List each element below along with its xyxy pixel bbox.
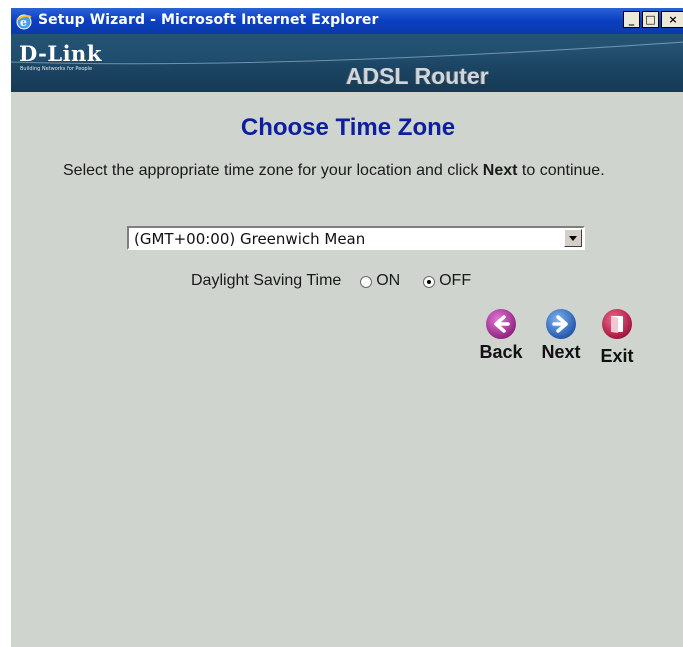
product-name: ADSL Router [346,63,489,89]
instructions-text: Select the appropriate time zone for you… [63,161,673,181]
minimize-button[interactable]: _ [623,11,640,28]
instruction-after: to continue. [517,162,605,179]
dlink-logo: D-Link [19,41,102,66]
next-button[interactable]: Next [535,308,587,363]
maximize-button[interactable]: □ [642,11,659,28]
exit-button[interactable]: Exit [595,308,639,367]
exit-label: Exit [600,346,634,366]
page-title: Choose Time Zone [240,114,456,141]
dst-label: Daylight Saving Time [191,272,342,289]
title-bar[interactable]: e Setup Wizard - Microsoft Internet Expl… [11,8,683,34]
dlink-banner: D-Link Building Networks for People ADSL… [11,34,683,92]
dst-off-radio[interactable] [423,276,436,288]
timezone-select[interactable]: (GMT+00:00) Greenwich Mean [127,226,585,250]
ie-icon: e [16,14,32,30]
window-title: Setup Wizard - Microsoft Internet Explor… [38,12,379,28]
back-button[interactable]: Back [476,308,526,363]
chevron-down-icon [569,236,577,241]
dlink-tagline: Building Networks for People [20,66,93,72]
dst-on-radio[interactable] [360,276,373,288]
close-button[interactable]: × [661,11,683,28]
instruction-bold: Next [482,162,518,179]
back-label: Back [479,342,523,362]
next-arrow-icon [546,309,576,339]
dropdown-arrow-button[interactable] [564,229,582,247]
back-arrow-icon [486,309,516,339]
next-label: Next [541,342,581,362]
dst-on-label[interactable]: ON [376,272,400,289]
dst-off-label[interactable]: OFF [439,272,471,289]
daylight-saving-row: Daylight Saving Time ON OFF [191,272,471,290]
exit-door-icon [602,309,632,339]
instruction-before: Select the appropriate time zone for you… [63,162,483,179]
browser-window: e Setup Wizard - Microsoft Internet Expl… [9,8,683,647]
timezone-value: (GMT+00:00) Greenwich Mean [134,230,366,248]
